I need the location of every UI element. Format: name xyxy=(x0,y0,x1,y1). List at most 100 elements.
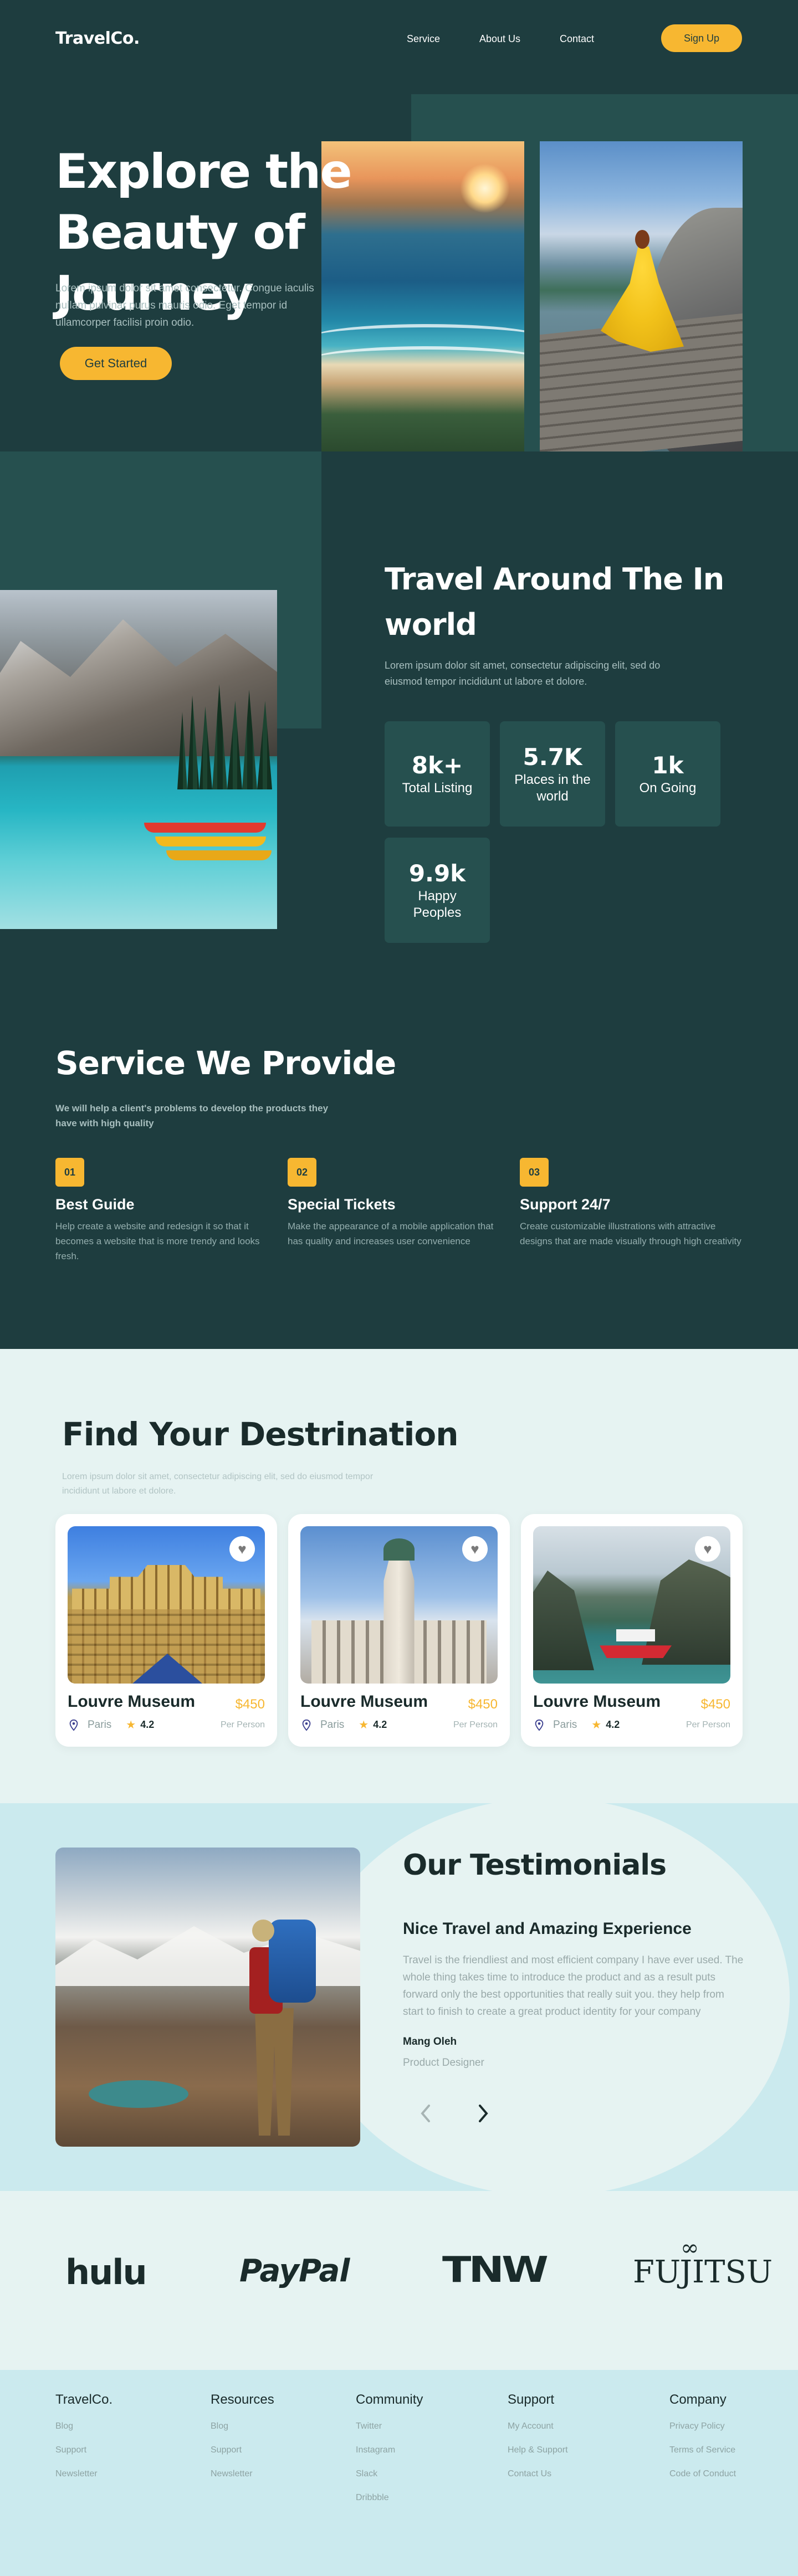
nav-link-about-us[interactable]: About Us xyxy=(479,33,520,45)
per-person-label: Per Person xyxy=(220,1720,265,1730)
footer-link[interactable]: Newsletter xyxy=(211,2469,274,2480)
star-icon: ★ xyxy=(126,1719,136,1731)
footer-heading: Community xyxy=(356,2392,423,2407)
heart-icon[interactable]: ♥ xyxy=(229,1536,255,1562)
chevron-left-icon[interactable] xyxy=(415,2102,437,2125)
destination-price: $450 xyxy=(468,1697,498,1712)
nav-link-contact[interactable]: Contact xyxy=(560,33,594,45)
destination-location-row: Paris ★ 4.2 xyxy=(68,1718,154,1732)
destination-location: Paris xyxy=(88,1718,112,1731)
hiker-figure xyxy=(238,1908,321,2147)
testimonials-title: Our Testimonials xyxy=(403,1849,667,1882)
footer: TravelCo. Blog Support Newsletter Resour… xyxy=(0,2370,798,2576)
footer-link[interactable]: Contact Us xyxy=(508,2469,568,2480)
location-pin-icon xyxy=(69,1719,78,1731)
destination-description: Lorem ipsum dolor sit amet, consectetur … xyxy=(62,1472,374,1496)
destination-rating: 4.2 xyxy=(373,1719,387,1730)
footer-link[interactable]: Support xyxy=(55,2445,112,2456)
testimonial-body: Travel is the friendliest and most effic… xyxy=(403,1954,744,2018)
service-number-badge: 03 xyxy=(520,1158,549,1187)
footer-link[interactable]: Blog xyxy=(55,2421,112,2432)
mountain-lake-image xyxy=(0,590,277,929)
service-title: Support 24/7 xyxy=(520,1196,611,1213)
testimonial-author: Mang Oleh xyxy=(403,2036,457,2048)
chevron-right-icon xyxy=(479,2105,488,2122)
footer-link[interactable]: Dribbble xyxy=(356,2492,423,2503)
footer-link[interactable]: Privacy Policy xyxy=(669,2421,736,2432)
stat-value: 8k+ xyxy=(411,752,463,779)
per-person-label: Per Person xyxy=(686,1720,730,1730)
footer-column-resources: Resources Blog Support Newsletter xyxy=(211,2392,274,2492)
hulu-logo: hulu xyxy=(65,2252,147,2292)
services-title: Service We Provide xyxy=(55,1044,396,1082)
backpack-shape xyxy=(269,1920,316,2003)
footer-link[interactable]: Terms of Service xyxy=(669,2445,736,2456)
footer-column-support: Support My Account Help & Support Contac… xyxy=(508,2392,568,2492)
tnw-logo: TNW xyxy=(442,2250,549,2291)
fujitsu-wordmark: FUJITSU xyxy=(633,2254,773,2290)
infinity-icon: ∞ xyxy=(681,2235,699,2261)
footer-link[interactable]: Slack xyxy=(356,2469,423,2480)
cliff-shape xyxy=(533,1571,594,1670)
destination-card[interactable]: ♥ Louvre Museum $450 Paris ★ 4.2 Per Per… xyxy=(288,1514,510,1747)
stat-label: Total Listing xyxy=(402,781,473,796)
destination-card[interactable]: ♥ Louvre Museum $450 Paris ★ 4.2 Per Per… xyxy=(521,1514,743,1747)
footer-link[interactable]: Twitter xyxy=(356,2421,423,2432)
destination-card[interactable]: ♥ Louvre Museum $450 Paris ★ 4.2 Per Per… xyxy=(55,1514,277,1747)
services-subtitle: We will help a client's problems to deve… xyxy=(55,1103,329,1128)
destination-location-row: Paris ★ 4.2 xyxy=(300,1718,387,1732)
nav-link-service[interactable]: Service xyxy=(407,33,440,45)
stat-value: 9.9k xyxy=(408,860,466,887)
top-nav: TravelCo. Service About Us Contact Sign … xyxy=(0,0,798,80)
footer-link[interactable]: Help & Support xyxy=(508,2445,568,2456)
stat-label: Places in the world xyxy=(514,772,591,804)
hiker-image xyxy=(55,1848,360,2147)
service-title: Best Guide xyxy=(55,1196,135,1213)
service-number-badge: 02 xyxy=(288,1158,316,1187)
ship-cabin-shape xyxy=(616,1629,655,1641)
bay-photo: ♥ xyxy=(533,1526,730,1684)
logo[interactable]: TravelCo. xyxy=(55,29,140,48)
boat-shape xyxy=(166,850,272,860)
sign-up-button[interactable]: Sign Up xyxy=(661,24,742,52)
footer-link[interactable]: Code of Conduct xyxy=(669,2469,736,2480)
stat-on-going: 1k On Going xyxy=(615,721,720,827)
page: TravelCo. Service About Us Contact Sign … xyxy=(0,0,798,2576)
stat-label: Happy Peoples xyxy=(413,889,462,920)
footer-link[interactable]: Newsletter xyxy=(55,2469,112,2480)
destination-rating: 4.2 xyxy=(140,1719,155,1730)
footer-heading: Support xyxy=(508,2392,555,2407)
footer-link[interactable]: Blog xyxy=(211,2421,274,2432)
yellow-dress-pier-image xyxy=(540,141,743,451)
boat-shape xyxy=(144,823,266,833)
footer-heading: Resources xyxy=(211,2392,274,2407)
louvre-photo: ♥ xyxy=(68,1526,265,1684)
location-pin-icon xyxy=(302,1719,311,1731)
footer-link[interactable]: My Account xyxy=(508,2421,568,2432)
destination-price: $450 xyxy=(700,1697,730,1712)
service-item-best-guide: 01 Best Guide Help create a website and … xyxy=(55,1158,277,1264)
get-started-button[interactable]: Get Started xyxy=(60,347,172,380)
destination-name: Louvre Museum xyxy=(533,1692,661,1711)
footer-link[interactable]: Support xyxy=(211,2445,274,2456)
fujitsu-logo: ∞ FUJITSU xyxy=(633,2235,773,2290)
destination-title: Find Your Destrination xyxy=(62,1415,458,1453)
destination-price: $450 xyxy=(235,1697,265,1712)
footer-column-travelco: TravelCo. Blog Support Newsletter xyxy=(55,2392,112,2492)
star-icon: ★ xyxy=(591,1719,602,1731)
per-person-label: Per Person xyxy=(453,1720,498,1730)
dome-shape xyxy=(383,1538,415,1561)
footer-link[interactable]: Instagram xyxy=(356,2445,423,2456)
stat-total-listing: 8k+ Total Listing xyxy=(385,721,490,827)
destination-location-row: Paris ★ 4.2 xyxy=(533,1718,620,1732)
service-description: Create customizable illustrations with a… xyxy=(520,1221,741,1246)
wave-shape xyxy=(321,346,524,374)
location-pin-icon xyxy=(535,1719,544,1731)
heart-icon[interactable]: ♥ xyxy=(695,1536,720,1562)
cathedral-photo: ♥ xyxy=(300,1526,498,1684)
head-shape xyxy=(635,230,649,249)
chevron-right-icon[interactable] xyxy=(472,2102,494,2125)
service-item-special-tickets: 02 Special Tickets Make the appearance o… xyxy=(288,1158,509,1249)
footer-heading: Company xyxy=(669,2392,727,2407)
heart-icon[interactable]: ♥ xyxy=(462,1536,488,1562)
